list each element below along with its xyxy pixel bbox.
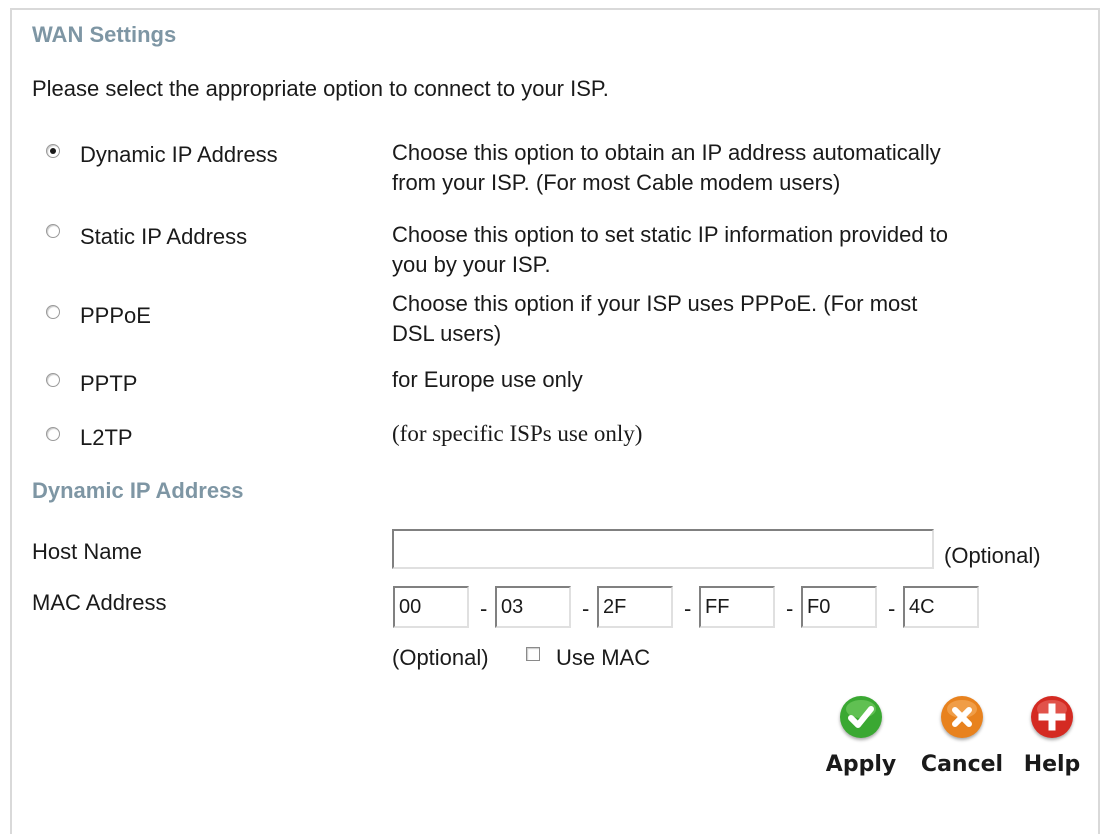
- mac-separator: -: [480, 596, 488, 621]
- mac-address-label: MAC Address: [32, 590, 167, 615]
- option-desc-line: Choose this option to obtain an IP addre…: [392, 140, 941, 165]
- cancel-button[interactable]: Cancel: [916, 696, 1008, 777]
- mac-separator: -: [786, 596, 794, 621]
- option-desc-line: (for specific ISPs use only): [392, 421, 643, 446]
- option-desc-line: Choose this option if your ISP uses PPPo…: [392, 291, 918, 316]
- mac-octet-1-input[interactable]: [393, 586, 469, 628]
- mac-octet-6-input[interactable]: [903, 586, 979, 628]
- option-desc-pppoe: Choose this option if your ISP uses PPPo…: [392, 289, 1072, 349]
- help-label: Help: [1023, 752, 1081, 777]
- section-title-dynamic-ip: Dynamic IP Address: [32, 478, 244, 503]
- apply-button[interactable]: Apply: [816, 696, 906, 777]
- mac-octet-5-input[interactable]: [801, 586, 877, 628]
- mac-octet-3-input[interactable]: [597, 586, 673, 628]
- option-label-dynamic-ip: Dynamic IP Address: [80, 142, 278, 167]
- radio-dynamic-ip[interactable]: [46, 144, 60, 158]
- option-desc-line: DSL users): [392, 321, 502, 346]
- host-name-optional: (Optional): [944, 543, 1041, 568]
- option-label-static-ip: Static IP Address: [80, 224, 248, 249]
- cancel-label: Cancel: [920, 752, 1004, 777]
- x-icon: [941, 696, 983, 738]
- option-desc-static-ip: Choose this option to set static IP info…: [392, 220, 1072, 280]
- help-button[interactable]: Help: [1016, 696, 1088, 777]
- use-mac-label: Use MAC: [556, 645, 651, 670]
- host-name-input[interactable]: [392, 529, 934, 569]
- mac-optional: (Optional): [392, 645, 489, 670]
- option-desc-line: Choose this option to set static IP info…: [392, 222, 949, 247]
- mac-separator: -: [888, 596, 896, 621]
- option-label-l2tp: L2TP: [80, 425, 133, 450]
- apply-label: Apply: [825, 752, 897, 777]
- option-desc-line: for Europe use only: [392, 367, 583, 392]
- option-label-pppoe: PPPoE: [80, 303, 151, 328]
- option-desc-l2tp: (for specific ISPs use only): [392, 419, 1072, 449]
- checkmark-icon: [840, 696, 882, 738]
- option-desc-pptp: for Europe use only: [392, 365, 1072, 395]
- option-label-pptp: PPTP: [80, 371, 138, 396]
- mac-separator: -: [582, 596, 590, 621]
- intro-text: Please select the appropriate option to …: [32, 76, 609, 101]
- radio-pppoe[interactable]: [46, 305, 60, 319]
- plus-icon: [1031, 696, 1073, 738]
- option-desc-line: you by your ISP.: [392, 252, 551, 277]
- radio-static-ip[interactable]: [46, 224, 60, 238]
- radio-pptp[interactable]: [46, 373, 60, 387]
- mac-separator: -: [684, 596, 692, 621]
- option-desc-dynamic-ip: Choose this option to obtain an IP addre…: [392, 138, 1072, 198]
- mac-octet-2-input[interactable]: [495, 586, 571, 628]
- radio-l2tp[interactable]: [46, 427, 60, 441]
- option-desc-line: from your ISP. (For most Cable modem use…: [392, 170, 841, 195]
- use-mac-checkbox[interactable]: [526, 647, 540, 661]
- host-name-label: Host Name: [32, 539, 143, 564]
- section-title-wan-settings: WAN Settings: [32, 22, 177, 47]
- mac-octet-4-input[interactable]: [699, 586, 775, 628]
